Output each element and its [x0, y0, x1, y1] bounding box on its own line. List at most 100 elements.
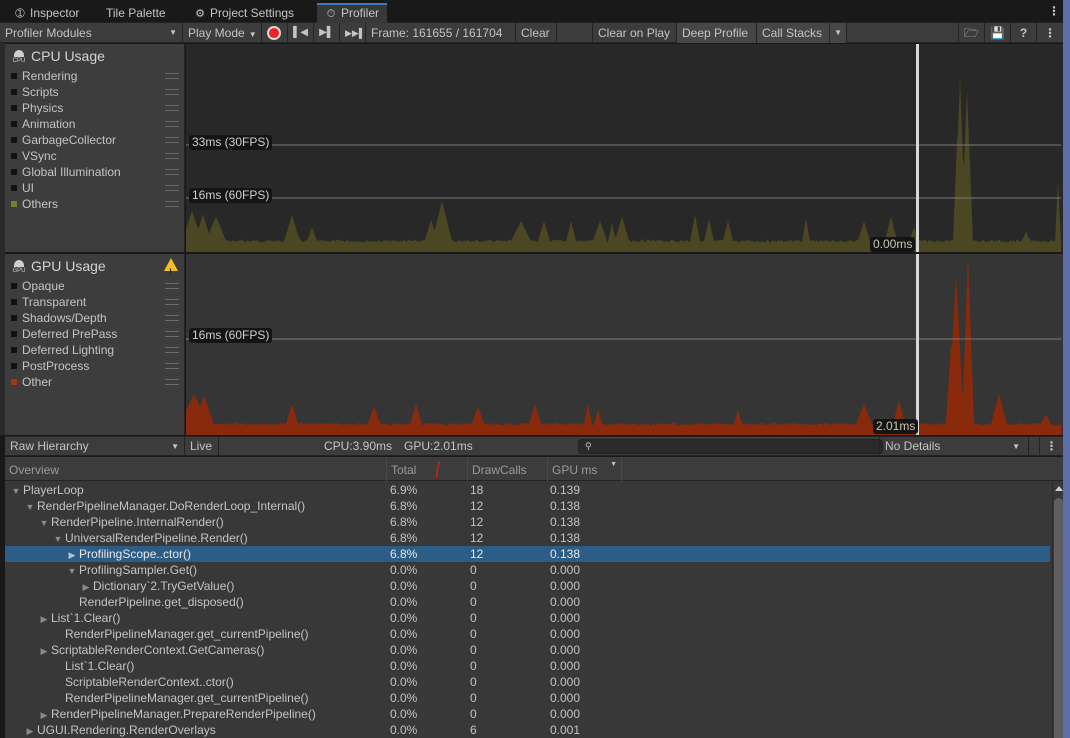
table-row[interactable]: ▶ ScriptableRenderContext.GetCameras() 0.0…	[5, 642, 1050, 658]
expand-toggle-open-icon[interactable]: ▼	[51, 531, 65, 547]
legend-swatch[interactable]	[11, 153, 17, 159]
drag-handle-icon[interactable]	[165, 347, 179, 353]
table-row[interactable]: ▶ RenderPipelineManager.PrepareRenderPipe…	[5, 706, 1050, 722]
gpu-legend-item[interactable]: Deferred PrePass	[5, 326, 184, 342]
drag-handle-icon[interactable]	[165, 185, 179, 191]
drag-handle-icon[interactable]	[165, 201, 179, 207]
save-button[interactable]: 💾	[985, 23, 1011, 43]
legend-swatch[interactable]	[11, 315, 17, 321]
table-row[interactable]: ▶ UGUI.Rendering.RenderOverlays 0.0% 6 0.001	[5, 722, 1050, 738]
drag-handle-icon[interactable]	[165, 379, 179, 385]
expand-toggle-closed-icon[interactable]: ▶	[37, 643, 51, 659]
expand-toggle-open-icon[interactable]: ▼	[37, 515, 51, 531]
tab-inspector[interactable]: ➀ Inspector	[6, 3, 87, 23]
chevron-down-icon[interactable]: ▼	[829, 23, 842, 43]
tab-profiler[interactable]: ⏱ Profiler	[317, 3, 388, 23]
table-row[interactable]: RenderPipelineManager.get_currentPipelin…	[5, 626, 1050, 642]
tab-project-settings[interactable]: ⚙ Project Settings	[186, 3, 302, 23]
cpu-usage-graph[interactable]: 33ms (30FPS) 16ms (60FPS) 0.00ms	[186, 44, 1063, 252]
details-dropdown[interactable]: No Details ▼	[879, 437, 1029, 456]
legend-swatch[interactable]	[11, 73, 17, 79]
legend-swatch[interactable]	[11, 137, 17, 143]
drag-handle-icon[interactable]	[165, 137, 179, 143]
drag-handle-icon[interactable]	[165, 283, 179, 289]
column-overview[interactable]: Overview	[5, 457, 386, 481]
legend-swatch[interactable]	[11, 331, 17, 337]
table-row[interactable]: ▶ ProfilingScope..ctor() 6.8% 12 0.138	[5, 546, 1050, 562]
cpu-legend-item[interactable]: Scripts	[5, 84, 184, 100]
table-row[interactable]: ▼ PlayerLoop 6.9% 18 0.139	[5, 482, 1050, 498]
tab-menu-icon[interactable]: ⋮	[1048, 4, 1060, 18]
cpu-legend-item[interactable]: VSync	[5, 148, 184, 164]
table-row[interactable]: ScriptableRenderContext..ctor() 0.0% 0 0.00…	[5, 674, 1050, 690]
legend-swatch[interactable]	[11, 347, 17, 353]
drag-handle-icon[interactable]	[165, 105, 179, 111]
gpu-legend-item[interactable]: Opaque	[5, 278, 184, 294]
drag-handle-icon[interactable]	[165, 315, 179, 321]
expand-toggle-open-icon[interactable]: ▼	[9, 483, 23, 499]
table-row[interactable]: ▼ ProfilingSampler.Get() 0.0% 0 0.000	[5, 562, 1050, 578]
expand-toggle-closed-icon[interactable]: ▶	[65, 547, 79, 563]
view-mode-dropdown[interactable]: Raw Hierarchy ▼	[5, 437, 185, 456]
column-gpu-ms[interactable]: GPU ms ▼	[547, 457, 622, 481]
cpu-module-legend[interactable]: CPU CPU Usage Rendering Scripts Physics Anim…	[5, 44, 185, 252]
expand-toggle-open-icon[interactable]: ▼	[23, 499, 37, 515]
cpu-legend-item[interactable]: UI	[5, 180, 184, 196]
gpu-legend-item[interactable]: Deferred Lighting	[5, 342, 184, 358]
gpu-legend-item[interactable]: PostProcess	[5, 358, 184, 374]
record-button[interactable]	[262, 23, 288, 43]
live-toggle[interactable]: Live	[185, 437, 219, 456]
search-input[interactable]: ⚲	[578, 439, 883, 454]
table-row[interactable]: ▼ UniversalRenderPipeline.Render() 6.8% 12 0…	[5, 530, 1050, 546]
table-row[interactable]: ▼ RenderPipelineManager.DoRenderLoop_Inte…	[5, 498, 1050, 514]
expand-toggle-closed-icon[interactable]: ▶	[23, 723, 37, 738]
clear-on-play-toggle[interactable]: Clear on Play	[593, 23, 677, 43]
drag-handle-icon[interactable]	[165, 89, 179, 95]
hierarchy-options-button[interactable]: ⋮	[1039, 437, 1063, 456]
cpu-legend-item[interactable]: Global Illumination	[5, 164, 184, 180]
cpu-legend-item[interactable]: Physics	[5, 100, 184, 116]
column-drawcalls[interactable]: DrawCalls	[467, 457, 547, 481]
next-frame-button[interactable]: ▶▌	[314, 23, 340, 43]
legend-swatch[interactable]	[11, 363, 17, 369]
expand-toggle-closed-icon[interactable]: ▶	[37, 611, 51, 627]
help-button[interactable]: ?	[1011, 23, 1037, 43]
legend-swatch[interactable]	[11, 283, 17, 289]
legend-swatch[interactable]	[11, 169, 17, 175]
gpu-module-legend[interactable]: GPU GPU Usage Opaque Transparent Shadows/De…	[5, 254, 185, 435]
cpu-legend-item[interactable]: Animation	[5, 116, 184, 132]
cpu-legend-item[interactable]: GarbageCollector	[5, 132, 184, 148]
legend-swatch[interactable]	[11, 89, 17, 95]
drag-handle-icon[interactable]	[165, 121, 179, 127]
expand-toggle-closed-icon[interactable]: ▶	[79, 579, 93, 595]
table-row[interactable]: RenderPipeline.get_disposed() 0.0% 0 0.000	[5, 594, 1050, 610]
tab-tile-palette[interactable]: Tile Palette	[98, 3, 174, 23]
legend-swatch[interactable]	[11, 121, 17, 127]
drag-handle-icon[interactable]	[165, 73, 179, 79]
drag-handle-icon[interactable]	[165, 363, 179, 369]
column-total[interactable]: Total	[386, 457, 467, 481]
legend-swatch[interactable]	[11, 185, 17, 191]
vertical-scrollbar[interactable]	[1052, 482, 1063, 738]
gpu-usage-graph[interactable]: 16ms (60FPS) 2.01ms	[186, 254, 1063, 435]
scrollbar-thumb[interactable]	[1054, 498, 1063, 738]
legend-swatch[interactable]	[11, 201, 17, 207]
table-row[interactable]: RenderPipelineManager.get_currentPipelin…	[5, 690, 1050, 706]
drag-handle-icon[interactable]	[165, 331, 179, 337]
warning-icon[interactable]	[164, 258, 178, 284]
gpu-legend-item[interactable]: Transparent	[5, 294, 184, 310]
clear-button[interactable]: Clear	[516, 23, 557, 43]
expand-toggle-closed-icon[interactable]: ▶	[37, 707, 51, 723]
first-frame-button[interactable]: ▌◀	[288, 23, 314, 43]
load-button[interactable]: 🗁	[958, 23, 985, 43]
table-row[interactable]: ▶ List`1.Clear() 0.0% 0 0.000	[5, 610, 1050, 626]
target-dropdown[interactable]: Play Mode ▼	[183, 23, 262, 43]
last-frame-button[interactable]: ▶▶▌	[340, 23, 366, 43]
drag-handle-icon[interactable]	[165, 169, 179, 175]
deep-profile-toggle[interactable]: Deep Profile	[677, 23, 757, 43]
drag-handle-icon[interactable]	[165, 299, 179, 305]
gpu-legend-item[interactable]: Shadows/Depth	[5, 310, 184, 326]
table-row[interactable]: ▼ RenderPipeline.InternalRender() 6.8% 12 0.…	[5, 514, 1050, 530]
more-options-button[interactable]: ⋮	[1037, 23, 1063, 43]
scroll-up-icon[interactable]	[1055, 486, 1063, 491]
